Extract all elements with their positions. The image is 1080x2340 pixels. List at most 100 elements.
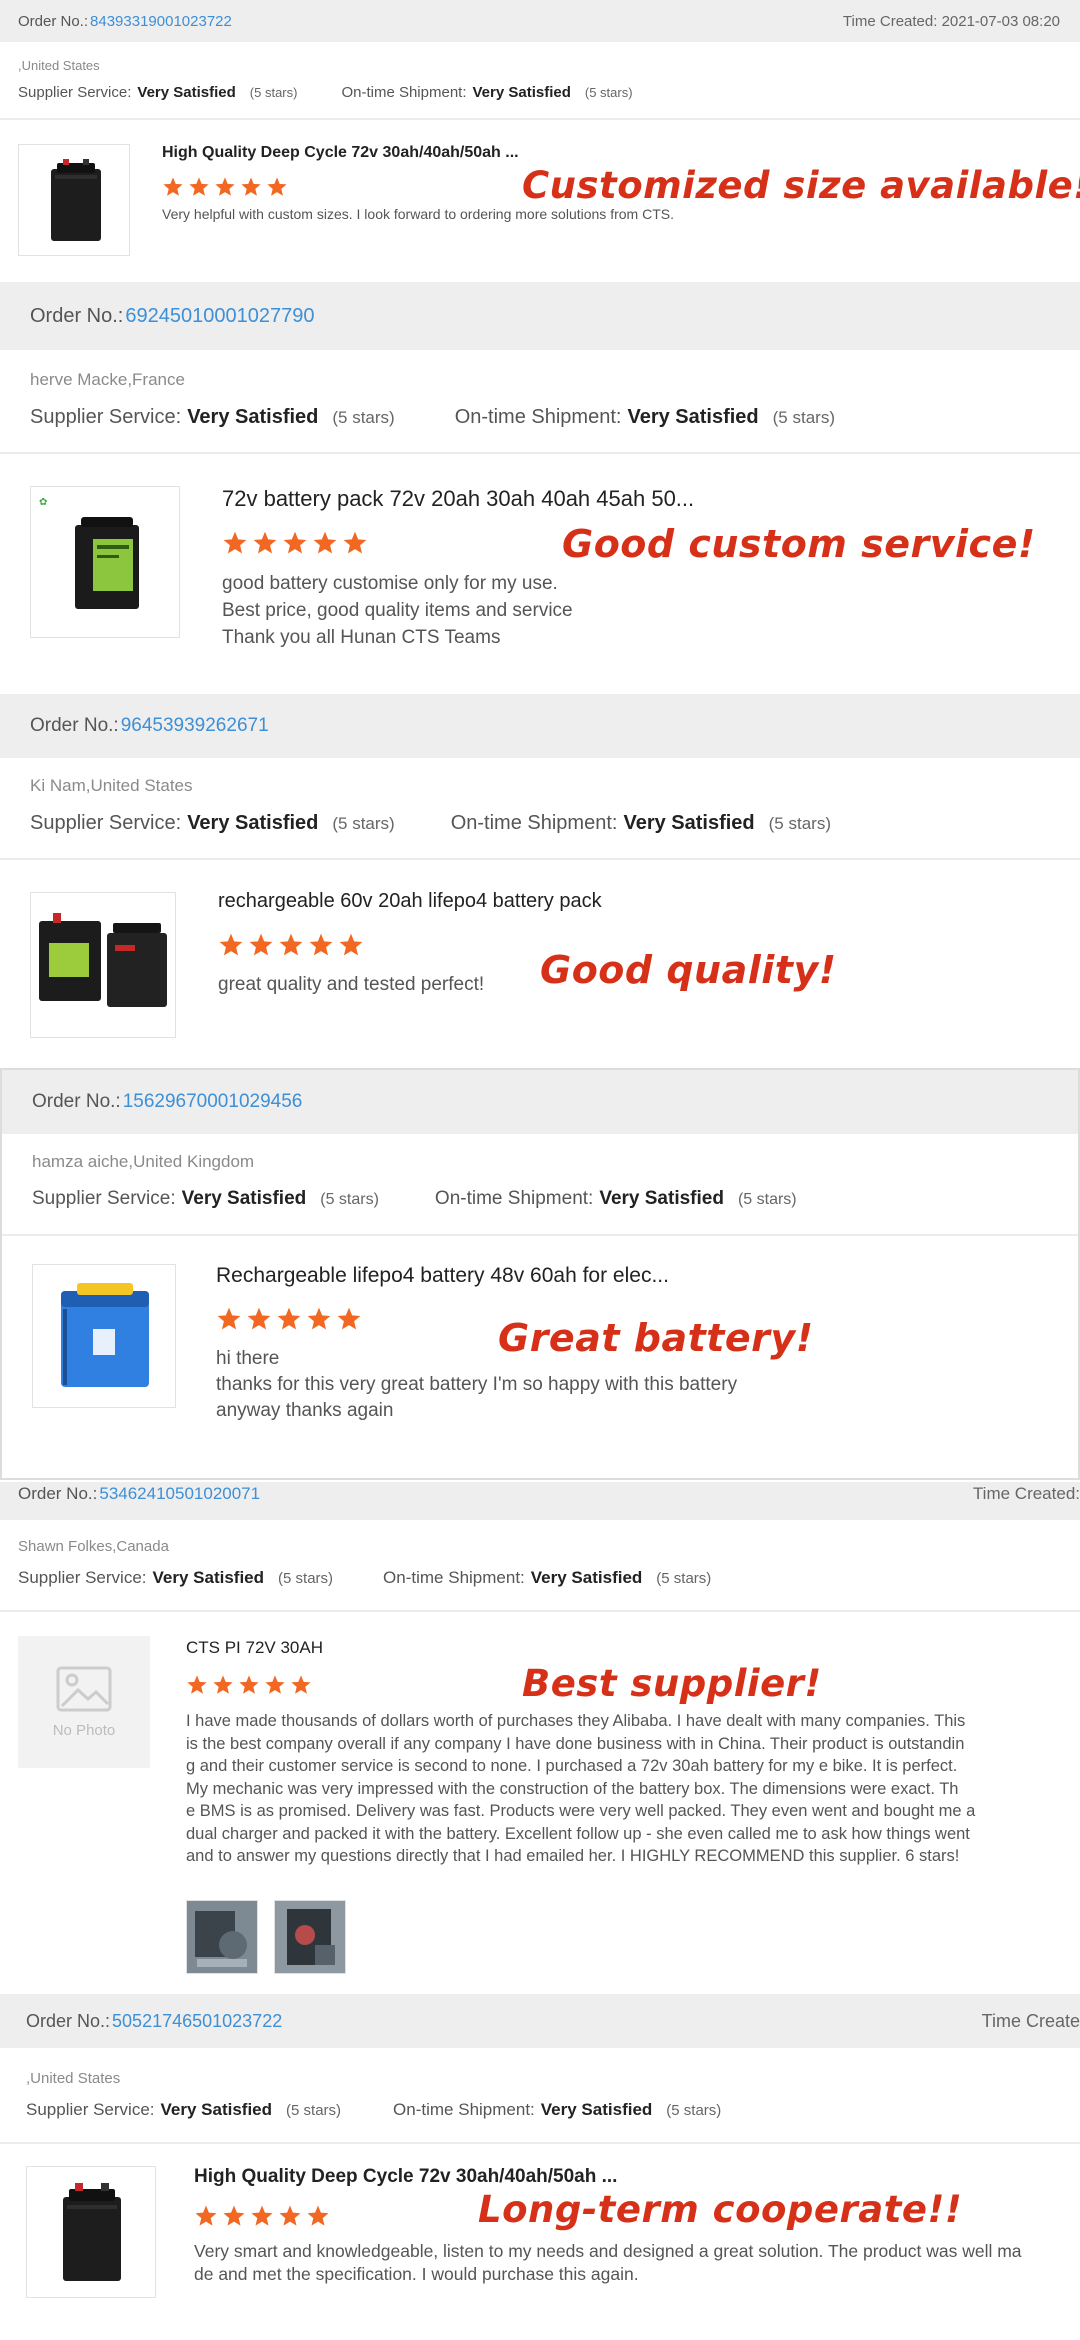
black-battery-box-green-label-image: ✿ <box>39 497 139 609</box>
rating-stars <box>186 1674 312 1696</box>
review-comment-line: good battery customise only for my use. <box>222 573 558 594</box>
star-icon <box>291 1675 311 1694</box>
order-no-link[interactable]: 50521746501023722 <box>112 2011 282 2032</box>
supplier-stars-count: (5 stars) <box>332 814 395 833</box>
order-no-link[interactable]: 84393319001023722 <box>90 13 232 30</box>
product-title-link[interactable]: High Quality Deep Cycle 72v 30ah/40ah/50… <box>162 144 519 162</box>
star-icon <box>277 1307 301 1330</box>
review-comment-line: anyway thanks again <box>216 1400 394 1421</box>
ratings-line: Supplier Service: Very Satisfied (5 star… <box>30 812 831 835</box>
order-no-link[interactable]: 96453939262671 <box>121 715 269 737</box>
buyer-name: herve Macke,France <box>30 370 185 389</box>
ontime-shipment-label: On-time Shipment: <box>383 1568 525 1587</box>
time-created: Time Created: <box>972 1484 1080 1503</box>
ontime-shipment-rating: Very Satisfied <box>623 812 755 834</box>
ontime-shipment-label: On-time Shipment: <box>450 812 618 834</box>
star-icon <box>163 177 183 196</box>
highlight-caption: Customized size available! <box>522 164 1080 207</box>
buyer-name: Shawn Folkes,Canada <box>18 1538 169 1555</box>
ontime-shipment-rating: Very Satisfied <box>599 1188 724 1209</box>
star-icon <box>213 1675 233 1694</box>
review-comment-line: is the best company overall if any compa… <box>186 1734 965 1753</box>
time-created: Time Create <box>981 2010 1080 2031</box>
star-icon <box>195 2205 217 2226</box>
product-thumbnail[interactable] <box>32 1264 176 1408</box>
review-comment-line: g and their customer service is second t… <box>186 1757 958 1775</box>
buyer-name: Ki Nam,United States <box>30 776 193 795</box>
review-photo[interactable] <box>274 1900 346 1974</box>
order-header: Order No.: 15629670001029456 <box>2 1070 1078 1134</box>
star-icon <box>215 177 235 196</box>
time-created: Time Created: 2021-07-03 08:20 <box>842 12 1060 30</box>
ontime-shipment-label: On-time Shipment: <box>454 406 622 428</box>
rating-stars <box>162 176 288 198</box>
review-comment: good battery customise only for my use. B… <box>222 570 573 651</box>
divider <box>0 452 1080 454</box>
product-title-link[interactable]: High Quality Deep Cycle 72v 30ah/40ah/50… <box>194 2166 617 2188</box>
two-black-battery-boxes-image <box>39 913 167 1007</box>
highlight-caption: Good quality! <box>540 948 837 992</box>
supplier-service-label: Supplier Service: <box>18 84 132 101</box>
divider <box>0 858 1080 860</box>
product-title-link[interactable]: CTS PI 72V 30AH <box>186 1638 323 1658</box>
order-no-label: Order No.: <box>30 715 119 736</box>
review-photo-image <box>187 1901 257 1973</box>
review-comment-line: Very smart and knowledgeable, listen to … <box>194 2241 1022 2261</box>
shipment-stars-count: (5 stars) <box>737 1191 797 1208</box>
product-title-link[interactable]: 72v battery pack 72v 20ah 30ah 40ah 45ah… <box>222 486 694 512</box>
buyer-name: ,United States <box>26 2070 121 2087</box>
star-icon <box>241 177 261 196</box>
star-icon <box>217 1307 241 1330</box>
order-no-link[interactable]: 53462410501020071 <box>99 1484 260 1504</box>
review-comment-line: thanks for this very great battery I'm s… <box>216 1374 738 1395</box>
star-icon <box>223 531 247 554</box>
review-comment: Very helpful with custom sizes. I look f… <box>162 206 674 222</box>
ontime-shipment-label: On-time Shipment: <box>393 2100 535 2119</box>
star-icon <box>307 2205 329 2226</box>
supplier-stars-count: (5 stars) <box>249 85 298 100</box>
highlight-caption: Long-term cooperate!! <box>478 2188 963 2231</box>
product-thumbnail-placeholder[interactable]: No Photo <box>18 1636 150 1768</box>
order-header: Order No.: 50521746501023722 Time Create <box>0 1994 1080 2048</box>
star-icon <box>249 933 273 956</box>
shipment-stars-count: (5 stars) <box>772 408 835 427</box>
product-thumbnail[interactable]: ✿ <box>30 486 180 638</box>
star-icon <box>223 2205 245 2226</box>
product-thumbnail[interactable] <box>26 2166 156 2298</box>
order-header: Order No.: 53462410501020071 Time Create… <box>0 1482 1080 1520</box>
shipment-stars-count: (5 stars) <box>666 2102 722 2119</box>
order-no-label: Order No.: <box>26 2010 111 2031</box>
product-thumbnail[interactable] <box>30 892 176 1038</box>
shipment-stars-count: (5 stars) <box>768 814 831 833</box>
buyer-name: ,United States <box>18 58 100 73</box>
rating-stars <box>218 932 364 958</box>
review-comment-line: Thank you all Hunan CTS Teams <box>222 627 501 648</box>
blue-battery-pack-image <box>61 1283 149 1387</box>
review-photo[interactable] <box>186 1900 258 1974</box>
order-no-label: Order No.: <box>18 12 89 30</box>
product-title-link[interactable]: Rechargeable lifepo4 battery 48v 60ah fo… <box>216 1264 669 1288</box>
product-title-link[interactable]: rechargeable 60v 20ah lifepo4 battery pa… <box>218 890 602 913</box>
supplier-service-label: Supplier Service: <box>26 2100 155 2119</box>
supplier-stars-count: (5 stars) <box>286 2102 342 2119</box>
no-photo-placeholder-icon <box>56 1666 112 1711</box>
order-header: Order No.: 69245010001027790 <box>0 282 1080 350</box>
review-comment-line: Very helpful with custom sizes. I look f… <box>162 206 674 222</box>
star-icon <box>279 933 303 956</box>
review-card: Order No.: 50521746501023722 Time Create… <box>0 1994 1080 2340</box>
supplier-service-rating: Very Satisfied <box>160 2100 273 2119</box>
black-battery-box-image <box>63 2183 121 2281</box>
divider <box>0 118 1080 120</box>
product-thumbnail[interactable] <box>18 144 130 256</box>
supplier-service-label: Supplier Service: <box>30 406 182 428</box>
rating-stars <box>222 530 368 556</box>
order-no-link[interactable]: 69245010001027790 <box>125 305 314 328</box>
order-no-link[interactable]: 15629670001029456 <box>123 1091 303 1113</box>
star-icon <box>267 177 287 196</box>
review-card: Order No.: 96453939262671 Ki Nam,United … <box>0 694 1080 1068</box>
star-icon <box>309 933 333 956</box>
order-header: Order No.: 84393319001023722 Time Create… <box>0 0 1080 42</box>
supplier-service-label: Supplier Service: <box>18 1568 147 1587</box>
supplier-service-rating: Very Satisfied <box>137 84 236 101</box>
rating-stars <box>216 1306 362 1332</box>
